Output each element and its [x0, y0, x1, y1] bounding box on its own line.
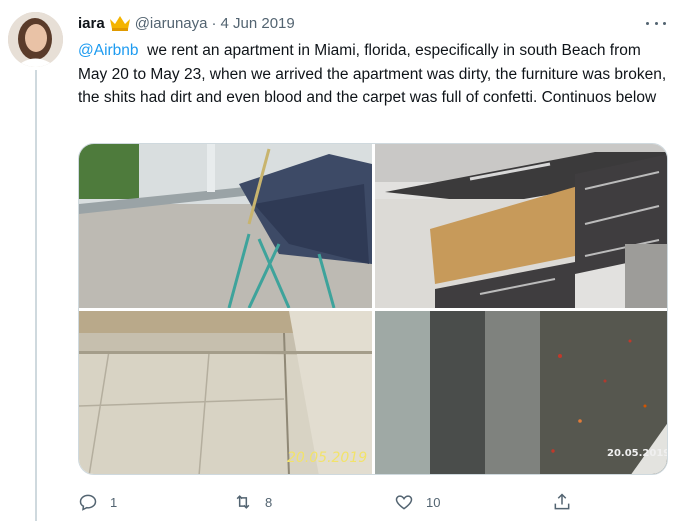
mention-link[interactable]: @Airbnb	[78, 42, 139, 59]
media-photo-drawer[interactable]	[375, 144, 667, 308]
tweet-header: iara @iarunaya · 4 Jun 2019	[78, 12, 295, 34]
tweet-actions: 1 8 10	[78, 488, 668, 516]
photo-date-stamp: 20.05.2019	[287, 450, 368, 466]
reply-count: 1	[110, 494, 118, 510]
thread-line	[35, 70, 37, 521]
like-count: 10	[426, 494, 441, 510]
author-name[interactable]: iara	[78, 15, 105, 32]
like-icon	[395, 495, 413, 510]
author-handle[interactable]: @iarunaya	[135, 15, 208, 32]
tweet-date[interactable]: 4 Jun 2019	[220, 15, 294, 32]
retweet-count: 8	[265, 494, 273, 510]
share-button[interactable]	[552, 488, 584, 516]
reply-icon	[79, 494, 97, 511]
media-photo-balcony[interactable]	[79, 144, 372, 308]
tweet-body: we rent an apartment in Miami, florida, …	[78, 42, 671, 106]
reply-button[interactable]: 1	[78, 488, 117, 516]
like-button[interactable]: 10	[394, 488, 440, 516]
tweet-text: @Airbnb we rent an apartment in Miami, f…	[78, 39, 668, 110]
media-photo-carpet[interactable]: 20.05.2019	[375, 311, 668, 474]
separator-dot: ·	[211, 14, 217, 32]
photo-date-stamp: 20.05.2019	[607, 448, 668, 459]
more-icon[interactable]	[646, 16, 666, 30]
avatar[interactable]	[8, 12, 63, 67]
media-photo-floor[interactable]: 20.05.2019	[79, 311, 372, 474]
retweet-icon	[236, 495, 250, 509]
media-grid: 20.05.2019 20.05.2019	[78, 143, 668, 475]
retweet-button[interactable]: 8	[233, 488, 272, 516]
crown-emoji-icon	[109, 15, 131, 31]
share-icon	[554, 493, 570, 510]
